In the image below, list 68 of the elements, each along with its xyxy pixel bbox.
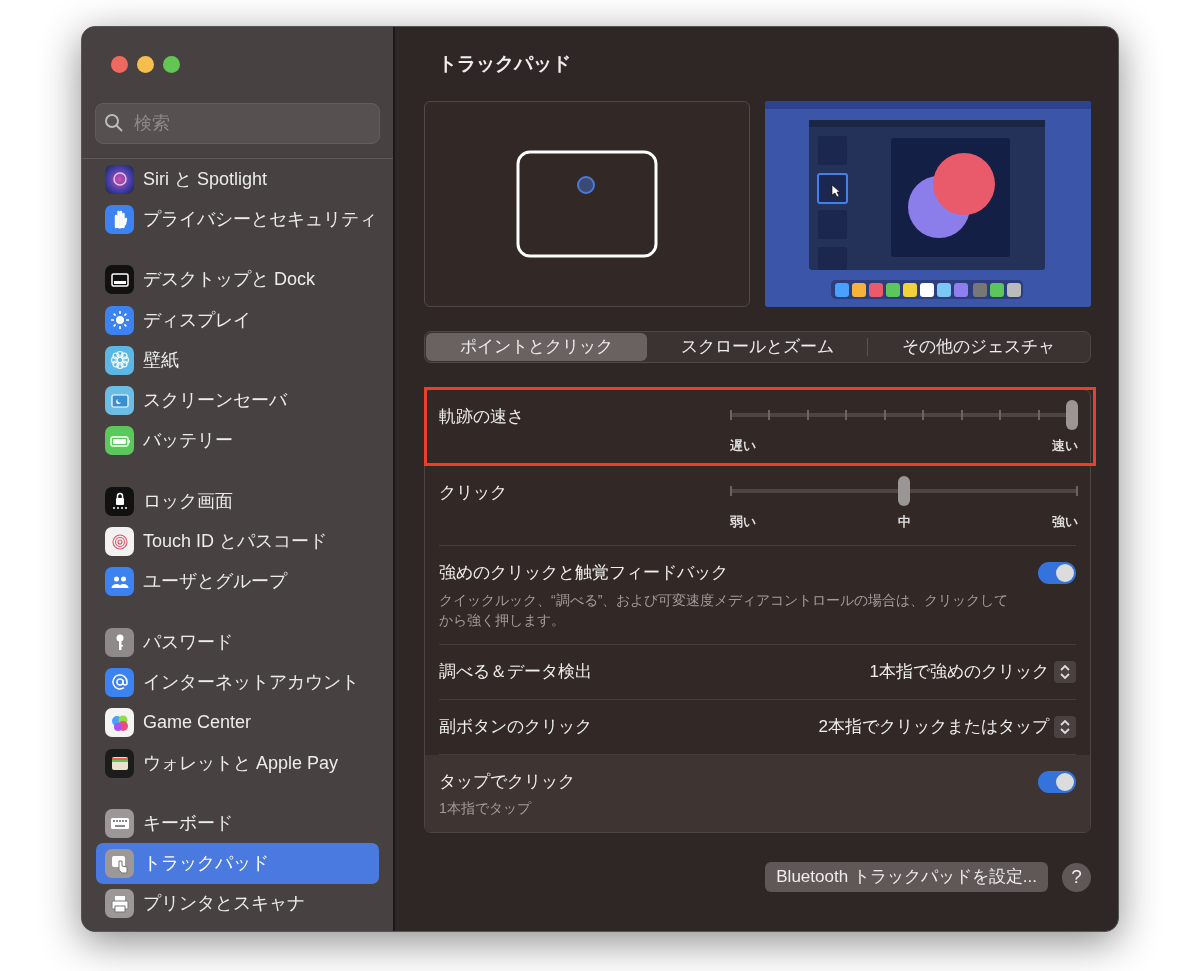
sidebar-item[interactable]: 壁紙 <box>96 340 379 381</box>
sidebar-item[interactable]: トラックパッド <box>96 843 379 884</box>
sidebar-item[interactable]: デスクトップと Dock <box>96 259 379 300</box>
sidebar-item[interactable]: プライバシーとセキュリティ <box>96 199 379 240</box>
popup-button[interactable]: 1本指で強めのクリック <box>869 658 1076 685</box>
trackpad-hand-icon <box>105 849 134 879</box>
close-button[interactable] <box>111 56 128 73</box>
printer-icon <box>105 889 134 919</box>
wallet-icon <box>105 748 134 778</box>
bubbles-icon <box>105 708 134 738</box>
minimize-button[interactable] <box>137 56 154 73</box>
at-sign-icon <box>105 667 134 697</box>
hand-icon <box>105 204 134 234</box>
toggle-switch[interactable] <box>1038 770 1076 793</box>
tab[interactable]: スクロールとズーム <box>646 333 868 361</box>
lock-icon <box>105 486 134 516</box>
chevron-up-down-icon <box>1054 660 1076 683</box>
sidebar-item[interactable]: Touch ID とパスコード <box>96 521 379 562</box>
setting-label: タップでクリック <box>439 770 576 793</box>
sidebar-item[interactable]: Siri と Spotlight <box>96 159 379 200</box>
slider-thumb[interactable] <box>1066 400 1078 430</box>
slider-label: 弱い <box>730 513 756 531</box>
setting-description: 1本指でタップ <box>439 799 533 818</box>
popup-button[interactable]: 2本指でクリックまたはタップ <box>818 713 1076 740</box>
siri-icon <box>105 164 134 194</box>
sidebar-item[interactable]: ユーザとグループ <box>96 561 379 602</box>
slider-label: 速い <box>1052 437 1078 455</box>
sidebar-item[interactable]: Game Center <box>96 702 379 743</box>
tab[interactable]: ポイントとクリック <box>426 333 647 361</box>
sidebar-item[interactable]: プリンタとスキャナ <box>96 883 379 925</box>
toggle-switch[interactable] <box>1038 562 1076 584</box>
setting-label: 軌跡の速さ <box>439 406 524 428</box>
slider-label: 強い <box>1052 513 1078 531</box>
chevron-up-down-icon <box>1054 715 1076 738</box>
dock-icon <box>105 265 134 295</box>
window-title: トラックパッド <box>438 52 572 76</box>
people-icon <box>105 567 134 597</box>
tab[interactable]: その他のジェスチャ <box>868 333 1089 361</box>
battery-icon <box>105 426 134 456</box>
sidebar-item[interactable]: ウォレットと Apple Pay <box>96 742 379 784</box>
slider-thumb[interactable] <box>898 476 910 506</box>
fingerprint-icon <box>105 527 134 556</box>
sidebar-item[interactable]: ディスプレイ <box>96 299 379 341</box>
zoom-button[interactable] <box>163 56 180 73</box>
search-icon <box>104 113 124 133</box>
flower-icon <box>105 345 134 375</box>
sidebar-item[interactable]: キーボード <box>96 803 379 844</box>
sidebar-item[interactable]: スクリーンセーバ <box>96 380 379 421</box>
slider-track[interactable] <box>730 400 1078 430</box>
slider-label: 遅い <box>730 437 756 455</box>
sidebar-item[interactable]: バッテリー <box>96 420 379 462</box>
slider-track[interactable] <box>730 476 1078 506</box>
setup-bluetooth-trackpad-button[interactable]: Bluetooth トラックパッドを設定... <box>765 862 1048 892</box>
sidebar-item[interactable]: パスワード <box>96 621 379 663</box>
sidebar-item[interactable]: インターネットアカウント <box>96 662 379 703</box>
setting-label: 調べる＆データ検出 <box>439 660 592 683</box>
keyboard-icon <box>105 808 134 838</box>
screen-moon-icon <box>105 386 134 416</box>
setting-description: クイックルック、“調べる”、および可変速度メディアコントロールの場合は、クリックしてから強く押します。 <box>439 590 1010 630</box>
setting-label: 副ボタンのクリック <box>439 715 592 738</box>
sun-icon <box>105 305 134 335</box>
key-icon <box>105 627 134 657</box>
slider-label: 中 <box>897 513 911 531</box>
setting-label: クリック <box>439 482 507 504</box>
setting-label: 強めのクリックと触覚フィードバック <box>439 562 729 584</box>
search-field[interactable]: 検索 <box>95 103 380 144</box>
sidebar-item[interactable]: ロック画面 <box>96 481 379 522</box>
help-button[interactable]: ? <box>1062 862 1091 892</box>
